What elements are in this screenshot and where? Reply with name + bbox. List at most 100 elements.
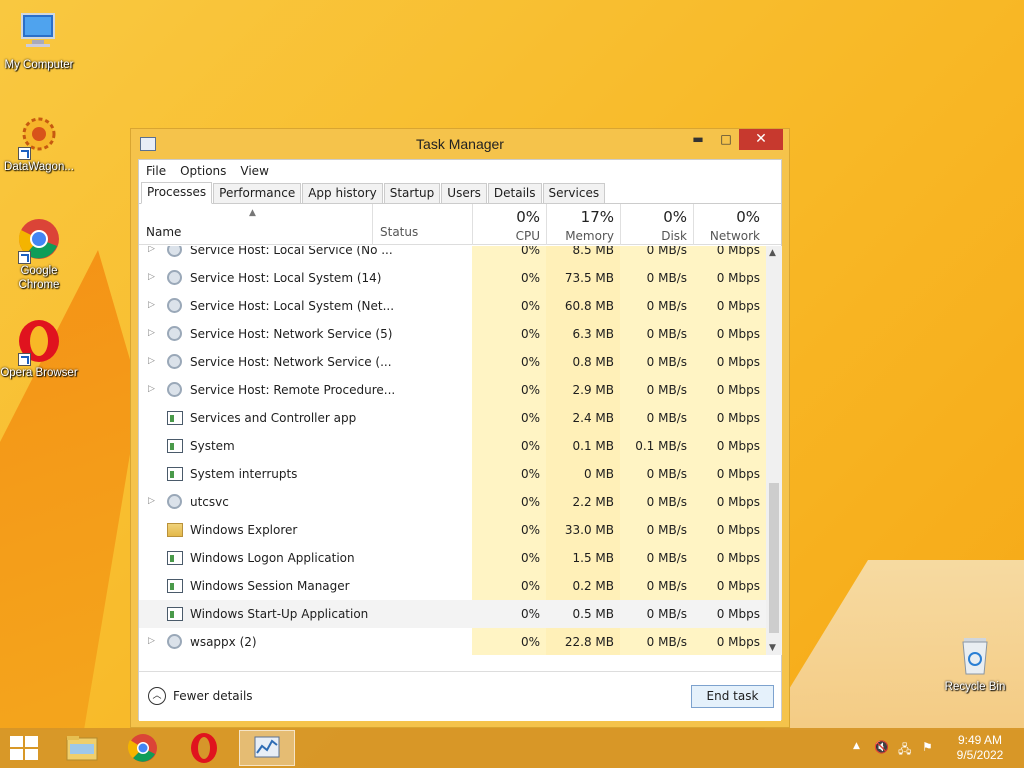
chevron-up-icon: ︿ <box>148 687 166 705</box>
desktop-icon-datawagon[interactable]: DataWagon... <box>0 112 79 174</box>
process-name: Service Host: Local System (14) <box>190 271 382 285</box>
gear-icon <box>167 354 182 369</box>
process-row[interactable]: Windows Session Manager 0% 0.2 MB 0 MB/s 0 M… <box>139 572 766 600</box>
scroll-down-icon[interactable]: ▼ <box>769 643 776 653</box>
volume-muted-icon[interactable]: 🔇 <box>874 740 889 754</box>
process-row[interactable]: ▷ Service Host: Local System (Net... 0% 60.… <box>139 292 766 320</box>
process-row[interactable]: ▷ Service Host: Local System (14) 0% 73.5 M… <box>139 264 766 292</box>
taskbar-clock[interactable]: 9:49 AM 9/5/2022 <box>944 733 1016 763</box>
process-row[interactable]: ▷ utcsvc 0% 2.2 MB 0 MB/s 0 Mbps <box>139 488 766 516</box>
vertical-scrollbar[interactable]: ▲ ▼ <box>766 246 782 655</box>
process-net-cell: 0 Mbps <box>693 292 766 320</box>
process-row[interactable]: Windows Explorer 0% 33.0 MB 0 MB/s 0 Mbps <box>139 516 766 544</box>
start-button[interactable] <box>10 736 38 760</box>
show-hidden-icons-icon[interactable]: ▲ <box>853 741 860 751</box>
app-icon <box>167 439 183 453</box>
process-mem-cell: 0.8 MB <box>546 348 620 376</box>
tab-details[interactable]: Details <box>487 183 542 203</box>
process-cpu-cell: 0% <box>472 292 546 320</box>
process-row[interactable]: ▷ Service Host: Network Service (... 0% 0.8… <box>139 348 766 376</box>
process-row[interactable]: ▷ Service Host: Network Service (5) 0% 6.3 … <box>139 320 766 348</box>
maximize-button[interactable]: □ <box>712 129 740 150</box>
process-list: ▷ Service Host: Local Service (No ... 0% 8.… <box>139 246 766 655</box>
tab-services[interactable]: Services <box>542 183 606 203</box>
close-button[interactable]: ✕ <box>739 129 783 150</box>
network-label: Network <box>709 229 760 243</box>
expand-arrow-icon[interactable]: ▷ <box>148 272 155 282</box>
gear-icon <box>167 634 182 649</box>
scroll-up-icon[interactable]: ▲ <box>769 248 776 258</box>
process-row[interactable]: Windows Logon Application 0% 1.5 MB 0 MB/s 0… <box>139 544 766 572</box>
expand-arrow-icon[interactable]: ▷ <box>148 636 155 646</box>
column-memory[interactable]: 17% Memory <box>546 204 620 245</box>
process-row[interactable]: ▷ Service Host: Local Service (No ... 0% 8.… <box>139 246 766 264</box>
expand-arrow-icon[interactable]: ▷ <box>148 246 155 254</box>
minimize-button[interactable]: ▬ <box>684 129 712 150</box>
process-cpu-cell: 0% <box>472 246 546 264</box>
network-icon[interactable]: 🖧 <box>898 740 911 761</box>
process-cpu-cell: 0% <box>472 376 546 404</box>
datawagon-icon <box>16 112 62 160</box>
action-center-icon[interactable]: ⚑ <box>922 740 933 754</box>
taskbar-opera[interactable] <box>178 730 230 766</box>
end-task-button[interactable]: End task <box>691 685 774 708</box>
process-row[interactable]: Windows Start-Up Application 0% 0.5 MB 0 MB… <box>139 600 766 628</box>
expand-arrow-icon[interactable]: ▷ <box>148 384 155 394</box>
fewer-details-link[interactable]: ︿ Fewer details <box>148 687 253 705</box>
process-net-cell: 0 Mbps <box>693 376 766 404</box>
tab-users[interactable]: Users <box>441 183 487 203</box>
window-client: File Options View Processes Performance … <box>138 159 782 721</box>
desktop-icon-opera-browser[interactable]: Opera Browser <box>0 318 79 380</box>
windows-logo-icon <box>10 736 23 747</box>
gear-icon <box>167 246 182 257</box>
title-bar[interactable]: Task Manager ▬ □ ✕ <box>131 129 789 159</box>
clock-time: 9:49 AM <box>957 733 1003 747</box>
tab-strip: Processes Performance App history Startu… <box>139 182 781 204</box>
column-status[interactable]: Status <box>380 225 418 239</box>
menu-options[interactable]: Options <box>180 164 226 178</box>
column-disk[interactable]: 0% Disk <box>620 204 693 245</box>
process-net-cell: 0 Mbps <box>693 404 766 432</box>
process-net-cell: 0 Mbps <box>693 246 766 264</box>
tab-app-history[interactable]: App history <box>302 183 383 203</box>
desktop-icon-google-chrome[interactable]: Google Chrome <box>0 216 79 292</box>
taskbar-file-explorer[interactable] <box>56 730 108 766</box>
expand-arrow-icon[interactable]: ▷ <box>148 496 155 506</box>
process-name: System interrupts <box>190 467 298 481</box>
desktop-icon-my-computer[interactable]: My Computer <box>0 10 79 72</box>
process-mem-cell: 2.9 MB <box>546 376 620 404</box>
tab-processes[interactable]: Processes <box>141 182 213 204</box>
app-icon <box>167 579 183 593</box>
folder-icon <box>167 523 183 537</box>
shortcut-arrow-icon <box>18 353 31 366</box>
process-row[interactable]: System interrupts 0% 0 MB 0 MB/s 0 Mbps <box>139 460 766 488</box>
process-name: Service Host: Local Service (No ... <box>190 246 393 257</box>
app-icon <box>167 607 183 621</box>
process-row[interactable]: System 0% 0.1 MB 0.1 MB/s 0 Mbps <box>139 432 766 460</box>
column-divider <box>372 204 373 245</box>
expand-arrow-icon[interactable]: ▷ <box>148 356 155 366</box>
taskbar: ▲ 🔇 🖧 ⚑ 9:49 AM 9/5/2022 <box>0 728 1024 768</box>
tab-performance[interactable]: Performance <box>213 183 302 203</box>
menu-file[interactable]: File <box>146 164 166 178</box>
task-manager-icon <box>254 736 280 758</box>
process-net-cell: 0 Mbps <box>693 264 766 292</box>
column-name[interactable]: Name <box>146 225 181 239</box>
tab-startup[interactable]: Startup <box>383 183 441 203</box>
column-network[interactable]: 0% Network <box>693 204 766 245</box>
disk-label: Disk <box>661 229 687 243</box>
taskbar-chrome[interactable] <box>117 730 169 766</box>
process-name: Services and Controller app <box>190 411 357 425</box>
menu-view[interactable]: View <box>240 164 268 178</box>
expand-arrow-icon[interactable]: ▷ <box>148 328 155 338</box>
taskbar-task-manager[interactable] <box>239 730 295 766</box>
column-cpu[interactable]: 0% CPU <box>472 204 546 245</box>
process-row[interactable]: ▷ Service Host: Remote Procedure... 0% 2.9 … <box>139 376 766 404</box>
process-row[interactable]: Services and Controller app 0% 2.4 MB 0 MB/… <box>139 404 766 432</box>
process-row[interactable]: ▷ wsappx (2) 0% 22.8 MB 0 MB/s 0 Mbps <box>139 628 766 655</box>
scrollbar-thumb[interactable] <box>769 483 779 633</box>
task-manager-window: Task Manager ▬ □ ✕ File Options View Pro… <box>130 128 790 728</box>
process-mem-cell: 0.5 MB <box>572 607 614 621</box>
expand-arrow-icon[interactable]: ▷ <box>148 300 155 310</box>
desktop-icon-recycle-bin[interactable]: Recycle Bin <box>935 632 1015 694</box>
